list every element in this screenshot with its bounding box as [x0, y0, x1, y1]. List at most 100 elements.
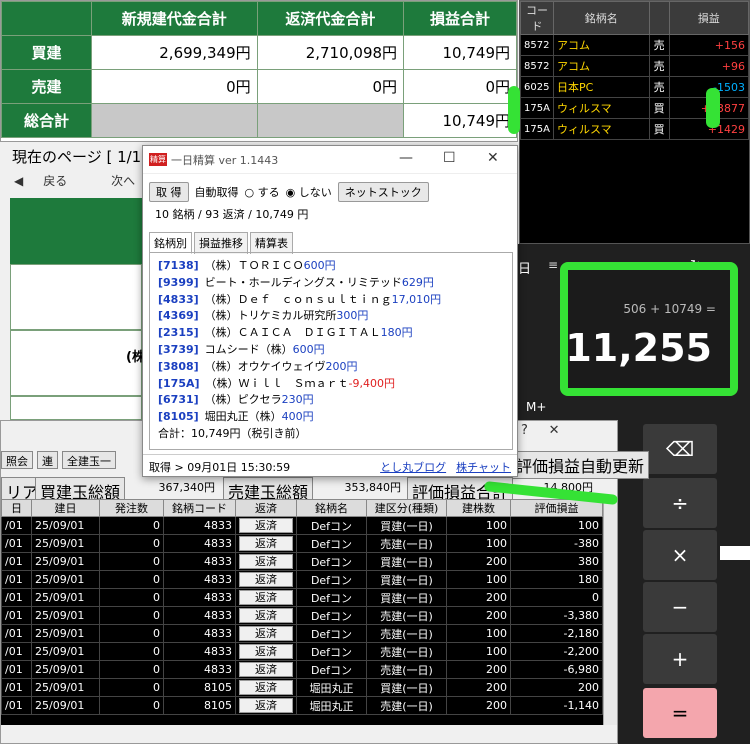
cell-pl: 380: [510, 552, 603, 571]
stock-row[interactable]: [2315] （株）ＣＡＩＣＡ ＤＩＧＩＴＡＬ180円: [158, 324, 504, 341]
table-row[interactable]: /01 25/09/01 0 4833 返済 Defコン 買建(一日) 100 180: [1, 570, 603, 589]
table-row[interactable]: /01 25/09/01 0 4833 返済 Defコン 売建(一日) 100 -2,200: [1, 642, 603, 661]
cell-pl: -380: [510, 534, 603, 553]
table-row[interactable]: /01 25/09/01 0 8105 返済 堀田丸正 買建(一日) 200 200: [1, 678, 603, 697]
repay-button[interactable]: 返済: [239, 518, 293, 533]
cell-repay: 返済: [235, 570, 297, 589]
repay-button[interactable]: 返済: [239, 626, 293, 641]
stock-value: -9,400円: [348, 376, 395, 390]
help-button[interactable]: ?: [521, 423, 528, 438]
radio-off[interactable]: ◉ しない: [286, 184, 332, 200]
minimize-icon[interactable]: —: [399, 150, 413, 166]
repay-button[interactable]: 返済: [239, 572, 293, 587]
cell-pl: -2,200: [510, 642, 603, 661]
vertical-scrollbar[interactable]: [603, 499, 617, 725]
table-row[interactable]: /01 25/09/01 0 4833 返済 Defコン 買建(一日) 200 380: [1, 552, 603, 571]
stock-row[interactable]: [8105] 堀田丸正（株）400円: [158, 408, 504, 425]
repay-button[interactable]: 返済: [239, 608, 293, 623]
repay-button[interactable]: 返済: [239, 590, 293, 605]
stock-code[interactable]: [7138]: [158, 259, 199, 272]
fetch-button[interactable]: 取 得: [149, 182, 189, 202]
repay-button[interactable]: 返済: [239, 554, 293, 569]
backspace-button[interactable]: ⌫: [643, 424, 717, 474]
stock-row[interactable]: [9399] ビート・ホールディングス・リミテッド629円: [158, 274, 504, 291]
calc-menu-icon[interactable]: ≡: [548, 258, 558, 272]
stock-row[interactable]: [4369] （株）トリケミカル研究所300円: [158, 307, 504, 324]
auto-update-toggle[interactable]: 評価損益自動更新: [511, 451, 650, 479]
cell-date: 25/09/01: [31, 642, 100, 661]
chat-link[interactable]: 株チャット: [456, 461, 511, 474]
row-label-buy: 買建: [1, 35, 92, 70]
sell-new-value: 0円: [91, 69, 258, 104]
minus-button[interactable]: −: [643, 582, 717, 632]
stock-code[interactable]: [9399]: [158, 276, 199, 289]
table-row[interactable]: /01 25/09/01 0 4833 返済 Defコン 売建(一日) 100 -2,180: [1, 624, 603, 643]
stock-value: 200円: [325, 359, 358, 373]
stock-name: （株）ピクセラ: [204, 393, 282, 407]
divide-button[interactable]: ÷: [643, 478, 717, 528]
col-code: コード: [520, 1, 554, 35]
stock-code[interactable]: [2315]: [158, 326, 199, 339]
table-row[interactable]: /01 25/09/01 0 4833 返済 Defコン 買建(一日) 200 0: [1, 588, 603, 607]
stock-code[interactable]: [6731]: [158, 393, 199, 406]
plus-button[interactable]: +: [643, 634, 717, 684]
col-pl: 損益: [668, 1, 750, 35]
stock-code[interactable]: [4833]: [158, 293, 199, 306]
tab-all-positions[interactable]: 全建玉一: [62, 451, 116, 469]
total-repay-value: [256, 103, 405, 138]
repay-button[interactable]: 返済: [239, 662, 293, 677]
tab-settlement[interactable]: 精算表: [250, 232, 293, 254]
stock-code[interactable]: [3739]: [158, 343, 199, 356]
back-link[interactable]: ◀ 戻る: [14, 174, 87, 188]
radio-on[interactable]: ○ する: [245, 184, 280, 200]
cell-kind: 売建(一日): [366, 624, 447, 643]
tab-pl-trend[interactable]: 損益推移: [194, 232, 248, 254]
repay-button[interactable]: 返済: [239, 680, 293, 695]
tab-by-stock[interactable]: 銘柄別: [149, 232, 192, 254]
cell-pl: -2,180: [510, 624, 603, 643]
position-row[interactable]: 8572 アコム 売 +96: [520, 55, 750, 77]
repay-button[interactable]: 返済: [239, 698, 293, 713]
stock-row[interactable]: [6731] （株）ピクセラ230円: [158, 391, 504, 408]
stock-row[interactable]: [3739] コムシード（株）600円: [158, 341, 504, 358]
table-row[interactable]: /01 25/09/01 0 8105 返済 堀田丸正 売建(一日) 200 -1,140: [1, 696, 603, 715]
close-icon[interactable]: ✕: [487, 150, 499, 166]
stock-code[interactable]: [8105]: [158, 410, 199, 423]
cell-repay: 返済: [235, 588, 297, 607]
cell-repay: 返済: [235, 552, 297, 571]
repay-button[interactable]: 返済: [239, 644, 293, 659]
stock-code[interactable]: [4369]: [158, 309, 199, 322]
stock-value: 400円: [281, 410, 314, 424]
stock-row[interactable]: [175A] （株）Ｗｉｌｌ Ｓｍａｒｔ-9,400円: [158, 375, 504, 392]
stock-code[interactable]: [3808]: [158, 360, 199, 373]
table-row[interactable]: /01 25/09/01 0 4833 返済 Defコン 売建(一日) 200 -6,980: [1, 660, 603, 679]
equals-button[interactable]: =: [643, 688, 717, 738]
table-row[interactable]: /01 25/09/01 0 4833 返済 Defコン 売建(一日) 200 -3,380: [1, 606, 603, 625]
stock-code[interactable]: [175A]: [158, 377, 200, 390]
close-icon[interactable]: ✕: [549, 423, 560, 438]
col-name: 銘柄名: [296, 499, 367, 517]
next-label: 次へ: [111, 174, 136, 188]
stock-row[interactable]: [4833] （株）Ｄｅｆ ｃｏｎｓｕｌｔｉｎｇ17,010円: [158, 291, 504, 308]
tab-inquiry[interactable]: 照会: [1, 451, 33, 469]
tab-link[interactable]: 連: [37, 451, 58, 469]
repay-button[interactable]: 返済: [239, 536, 293, 551]
cell-kind: 買建(一日): [366, 516, 447, 535]
table-row[interactable]: /01 25/09/01 0 4833 返済 Defコン 売建(一日) 100 -380: [1, 534, 603, 553]
col-qty: 建株数: [446, 499, 511, 517]
table-row[interactable]: /01 25/09/01 0 4833 返済 Defコン 買建(一日) 100 100: [1, 516, 603, 535]
name: ウィルスマ: [553, 97, 650, 119]
maximize-icon[interactable]: ☐: [443, 150, 456, 166]
cell-orders: 0: [99, 570, 164, 589]
stock-name: コムシード（株）: [204, 342, 293, 356]
stock-value: 230円: [281, 393, 314, 407]
blog-link[interactable]: とし丸ブログ: [380, 461, 446, 474]
multiply-button[interactable]: ×: [643, 530, 717, 580]
stock-name: 堀田丸正（株）: [204, 410, 282, 424]
m-plus-button[interactable]: M+: [526, 400, 546, 414]
cell-code: 4833: [163, 570, 236, 589]
stock-row[interactable]: [7138] （株）ＴＯＲＩＣＯ600円: [158, 257, 504, 274]
stock-row[interactable]: [3808] （株）オウケイウェイヴ200円: [158, 358, 504, 375]
position-row[interactable]: 8572 アコム 売 +156: [520, 34, 750, 56]
netstock-button[interactable]: ネットストック: [337, 182, 429, 202]
